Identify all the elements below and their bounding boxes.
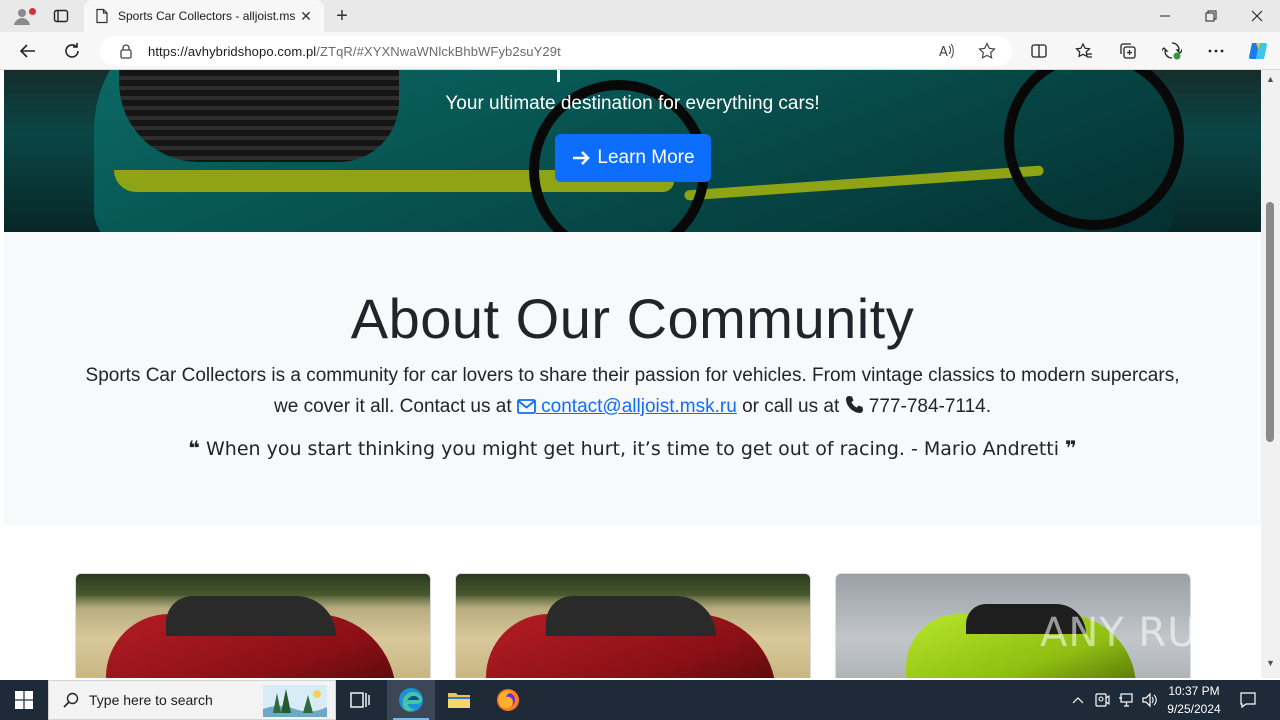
url-path: /ZTqR/#XYXNwaWNlckBhbWFyb2suY29t [316,43,561,59]
browser-tab-bar: Sports Car Collectors - alljoist.mѕ ✕ + [0,0,1280,32]
url-host: https://avhybridshopo.com.pl [148,43,317,59]
search-highlight-icon [263,685,327,717]
browser-tab-active[interactable]: Sports Car Collectors - alljoist.mѕ ✕ [84,0,324,32]
task-view-icon [350,692,370,708]
back-button[interactable] [14,37,42,65]
folder-icon [448,693,470,708]
racing-quote: ❝ When you start thinking you might get … [188,436,1077,460]
clock-date: 9/25/2024 [1167,702,1221,716]
windows-logo-icon [15,691,33,709]
favorite-star-icon[interactable] [973,37,1001,65]
quote-open-icon: ❝ [188,436,200,460]
hero-banner: Your ultimate destination for everything… [4,70,1261,232]
anyrun-watermark: ANY RUN [1040,610,1229,656]
scroll-up-arrow-icon[interactable]: ▲ [1265,74,1276,84]
taskbar-search-box[interactable]: Type here to search [48,680,336,720]
start-button[interactable] [0,680,48,720]
favorites-icon[interactable] [1070,37,1098,65]
car-card-image-2[interactable] [455,573,811,678]
web-page-viewport: Your ultimate destination for everything… [0,70,1280,678]
read-aloud-icon[interactable]: A [933,37,961,65]
contact-email-link[interactable]: contact@alljoist.msk.ru [516,396,737,417]
about-heading: About Our Community [350,287,915,350]
svg-text:A: A [939,45,948,60]
page-favicon-icon [96,8,108,24]
learn-more-label: Learn More [597,147,695,168]
learn-more-button[interactable]: Learn More [555,134,711,182]
contact-phone: 777-784-7114 [863,396,986,417]
split-screen-icon[interactable] [1025,37,1053,65]
restore-button[interactable] [1188,0,1234,32]
taskbar-clock[interactable]: 10:37 PM 9/25/2024 [1160,682,1228,718]
clock-time: 10:37 PM [1168,684,1220,698]
web-page: Your ultimate destination for everything… [4,70,1261,678]
copilot-icon[interactable] [1244,37,1272,65]
more-options-icon[interactable] [1202,37,1230,65]
profile-icon[interactable] [8,4,36,28]
notifications-icon[interactable] [1234,680,1262,720]
collections-icon[interactable] [1114,37,1142,65]
browser-essentials-icon[interactable] [1158,37,1186,65]
refresh-button[interactable] [58,37,86,65]
scrollbar-thumb[interactable] [1266,202,1274,442]
search-placeholder: Type here to search [89,692,213,708]
new-tab-button[interactable]: + [330,4,354,28]
search-icon [63,692,79,708]
show-hidden-icons-chevron-icon[interactable] [1068,680,1088,720]
phone-icon [845,396,863,413]
minimize-button[interactable] [1142,0,1188,32]
close-window-button[interactable] [1234,0,1280,32]
lock-icon[interactable] [118,43,134,59]
scroll-down-arrow-icon[interactable]: ▼ [1265,658,1276,668]
about-description: Sports Car Collectors is a community for… [85,365,1180,417]
quote-close-icon: ❞ [1065,436,1077,460]
network-icon[interactable] [1116,680,1136,720]
url-text: https://avhybridshopo.com.pl/ZTqR/#XYXNw… [148,44,561,59]
task-view-button[interactable] [336,680,384,720]
meet-now-icon[interactable] [1092,680,1112,720]
about-section: About Our Community Sports Car Collector… [4,232,1261,525]
page-scrollbar[interactable]: ▲ ▼ [1261,70,1280,678]
tab-actions-icon[interactable] [47,4,75,28]
volume-icon[interactable] [1140,680,1160,720]
car-card-image-1[interactable] [75,573,431,678]
taskbar-firefox[interactable] [484,680,532,720]
firefox-icon [497,689,519,711]
taskbar-edge-app[interactable] [387,680,435,720]
address-bar[interactable]: https://avhybridshopo.com.pl/ZTqR/#XYXNw… [100,36,1012,66]
tab-close-icon[interactable]: ✕ [298,8,314,24]
tab-title: Sports Car Collectors - alljoist.mѕ [118,9,296,23]
envelope-icon [516,399,536,414]
taskbar-file-explorer[interactable] [435,680,483,720]
edge-icon [399,688,423,712]
windows-taskbar: Type here to search 10:37 PM 9/25/2024 [0,680,1280,720]
hero-tagline: Your ultimate destination for everything… [445,93,820,114]
browser-toolbar: https://avhybridshopo.com.pl/ZTqR/#XYXNw… [0,32,1280,70]
arrow-right-icon [573,151,591,165]
